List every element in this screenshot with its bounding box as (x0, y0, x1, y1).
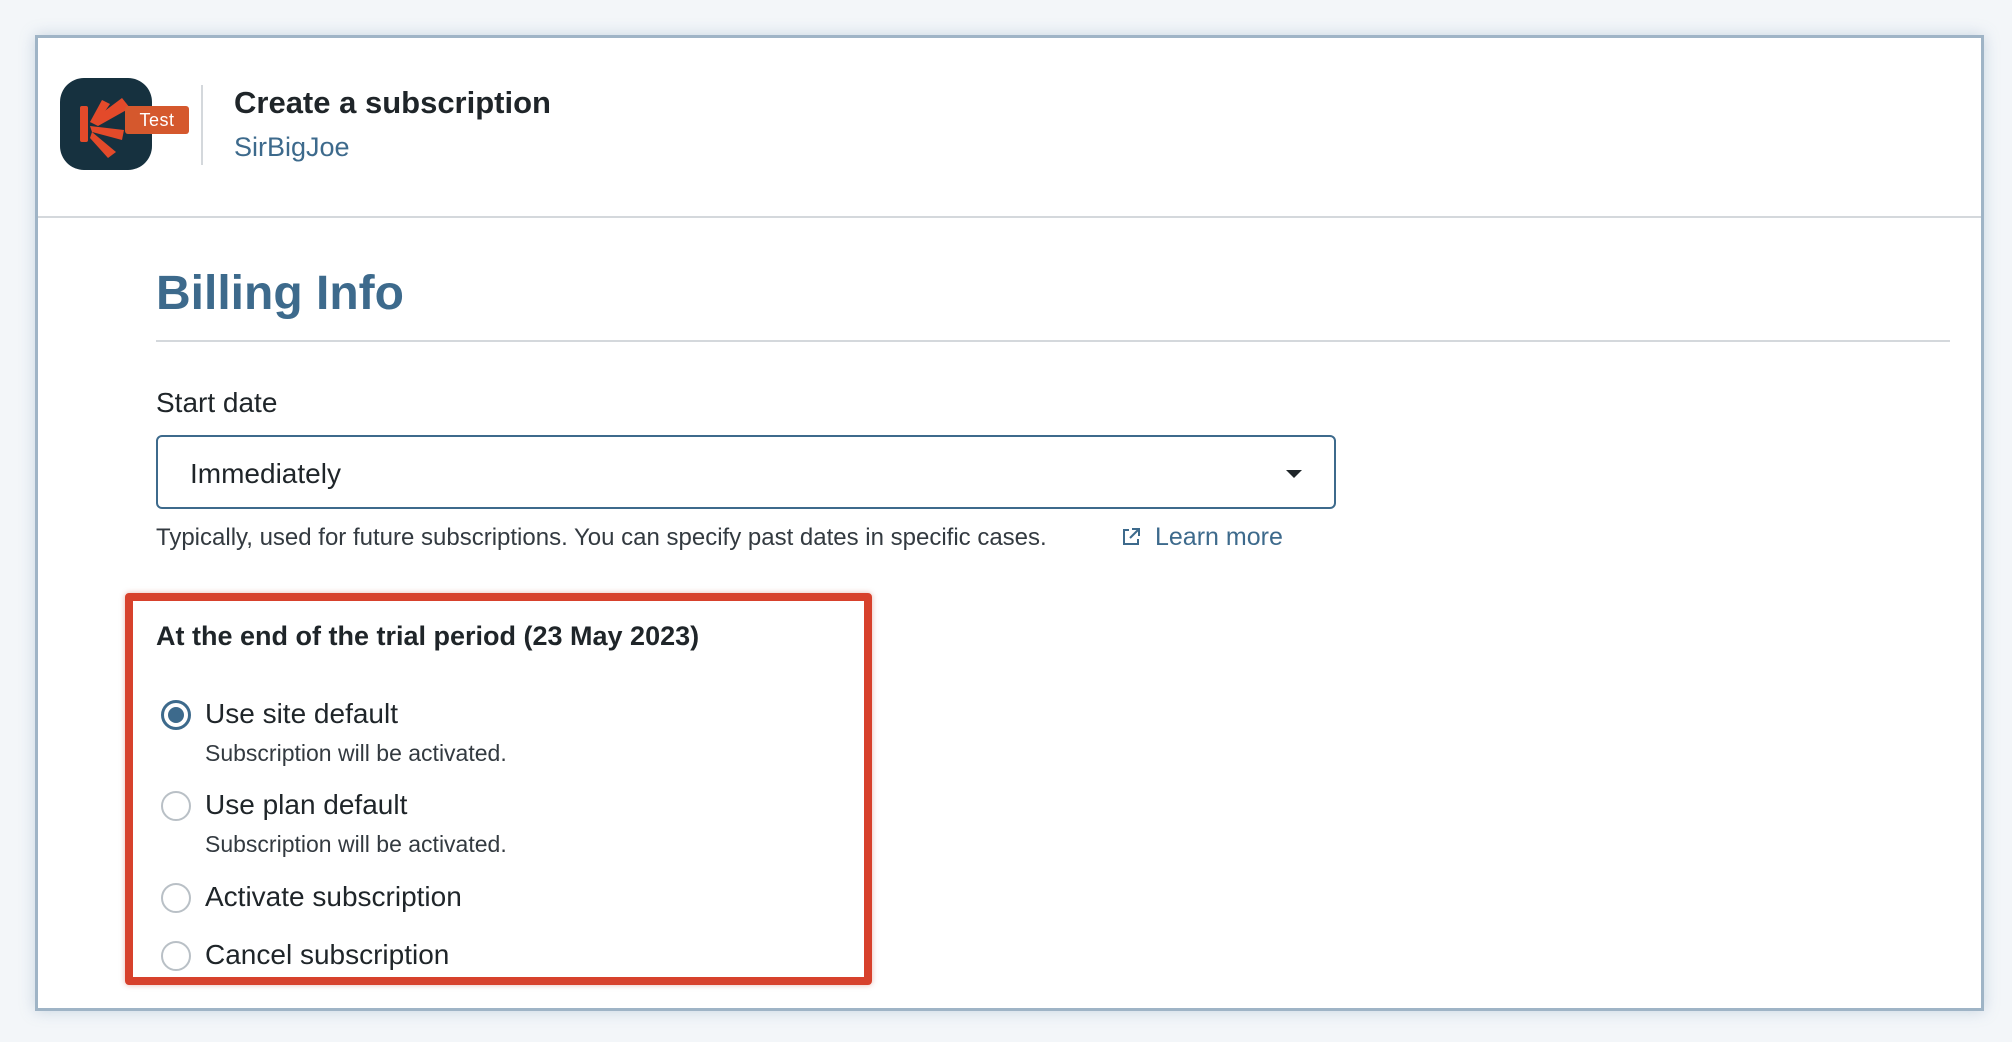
app-window: Test Create a subscription SirBigJoe Bil… (35, 35, 1984, 1011)
start-date-label: Start date (156, 387, 278, 418)
external-link-icon (1121, 525, 1141, 554)
billing-info-heading: Billing Info (156, 267, 404, 320)
learn-more-link[interactable]: Learn more (1121, 523, 1283, 554)
section-divider (156, 340, 1950, 342)
learn-more-label: Learn more (1155, 523, 1283, 551)
start-date-select[interactable]: Immediately (156, 435, 1336, 509)
trial-end-heading: At the end of the trial period (23 May 2… (156, 621, 700, 651)
radio-button[interactable] (161, 941, 191, 971)
page-title: Create a subscription (234, 85, 551, 120)
radio-label: Use site default (205, 698, 398, 729)
radio-button-checked[interactable] (161, 700, 191, 730)
radio-label: Use plan default (205, 789, 408, 820)
start-date-help-text: Typically, used for future subscriptions… (156, 524, 1047, 551)
page-header: Test Create a subscription SirBigJoe (38, 38, 1981, 218)
test-mode-badge: Test (125, 106, 189, 134)
radio-label: Activate subscription (205, 881, 462, 912)
radio-button[interactable] (161, 791, 191, 821)
customer-link[interactable]: SirBigJoe (234, 132, 350, 163)
radio-description: Subscription will be activated. (205, 740, 507, 766)
radio-label: Cancel subscription (205, 939, 450, 970)
radio-button[interactable] (161, 883, 191, 913)
start-date-value: Immediately (190, 458, 341, 489)
app-logo: Test (60, 78, 189, 170)
caret-down-icon (1286, 470, 1302, 478)
radio-description: Subscription will be activated. (205, 831, 507, 857)
header-divider (201, 85, 203, 165)
